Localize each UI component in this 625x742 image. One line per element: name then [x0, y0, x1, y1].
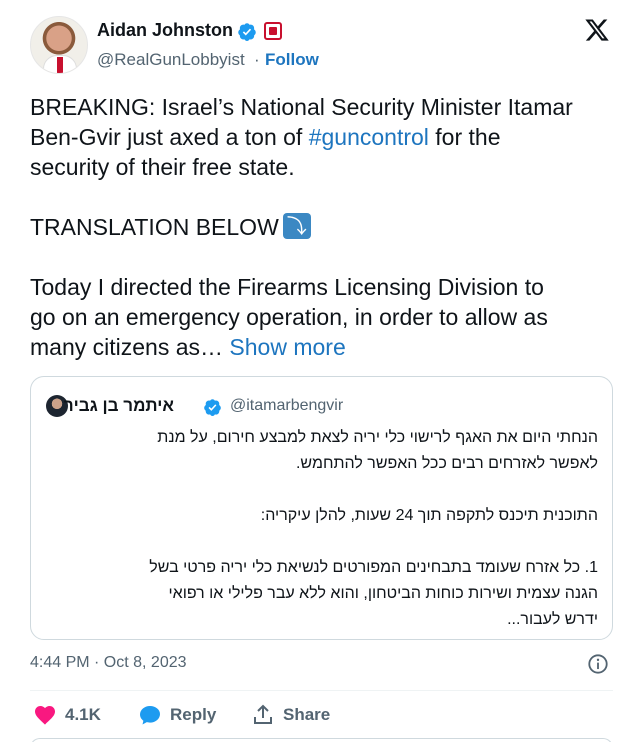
tweet-embed-card: Aidan Johnston @RealGunLobbyist · Follow… [0, 0, 625, 742]
avatar-tie [57, 57, 63, 73]
quoted-author-handle: @itamarbengvir [230, 397, 344, 414]
affiliation-badge-icon [264, 22, 282, 40]
divider [30, 690, 613, 691]
tweet-line-part: Ben-Gvir just axed a ton of [30, 124, 309, 150]
verified-badge-icon [204, 399, 221, 417]
quote-line: לאפשר לאזרחים רבים ככל האפשר להתחמש. [295, 455, 598, 472]
quoted-author-name: איתמר בן גביר [63, 396, 174, 415]
tweet-line: security of their free state. [30, 154, 295, 180]
like-button[interactable]: 4.1K [33, 702, 101, 728]
follow-button[interactable]: Follow [265, 50, 319, 70]
reply-button[interactable]: Reply [138, 702, 216, 728]
quote-line: הנחתי היום את האגף לרישוי כלי יריה לצאת … [157, 429, 598, 446]
quote-line: הגנה עצמית ושירות כוחות הביטחון, והוא לל… [168, 585, 598, 602]
tweet-line: Ben-Gvir just axed a ton of #guncontrol … [30, 122, 615, 152]
speech-bubble-icon [140, 706, 160, 725]
tweet-text: BREAKING: Israel’s National Security Min… [30, 92, 615, 362]
author-handle[interactable]: @RealGunLobbyist [97, 50, 245, 70]
translation-label: TRANSLATION BELOW [30, 214, 279, 240]
tweet-line-part: for the [428, 124, 501, 150]
quoted-tweet-text: הנחתי היום את האגף לרישוי כלי יריה לצאת … [46, 425, 598, 633]
tweet-line: many citizens as… Show more [30, 332, 615, 362]
like-count: 4.1K [65, 705, 101, 724]
tweet-line-part: many citizens as… [30, 334, 230, 360]
author-name[interactable]: Aidan Johnston [97, 20, 233, 41]
reply-label: Reply [170, 705, 217, 724]
author-avatar[interactable] [30, 16, 88, 74]
tweet-line: go on an emergency operation, in order t… [30, 304, 548, 330]
heart-icon [35, 706, 55, 725]
quote-line: 1. כל אזרח שעומד בתבחינים המפורטים לנשיא… [149, 559, 598, 576]
tweet-line: TRANSLATION BELOW [30, 212, 615, 242]
quote-line: ידרש לעבור... [507, 611, 598, 628]
share-label: Share [283, 705, 331, 724]
hashtag-link[interactable]: #guncontrol [309, 124, 429, 150]
share-upload-icon [254, 704, 272, 724]
tweet-line: BREAKING: Israel’s National Security Min… [30, 94, 573, 120]
quote-line: התוכנית תיכנס לתקפה תוך 24 שעות, להלן עי… [260, 507, 598, 524]
info-icon[interactable] [587, 653, 609, 675]
tweet-line: Today I directed the Firearms Licensing … [30, 274, 544, 300]
x-logo-icon[interactable] [584, 17, 610, 43]
share-button[interactable]: Share [251, 702, 330, 728]
verified-badge-icon [238, 23, 256, 41]
show-more-link[interactable]: Show more [229, 334, 345, 360]
tweet-timestamp[interactable]: 4:44 PM · Oct 8, 2023 [30, 654, 187, 672]
next-card-edge [30, 738, 613, 742]
arrow-down-right-icon [282, 213, 311, 239]
handle-separator: · [254, 50, 260, 69]
